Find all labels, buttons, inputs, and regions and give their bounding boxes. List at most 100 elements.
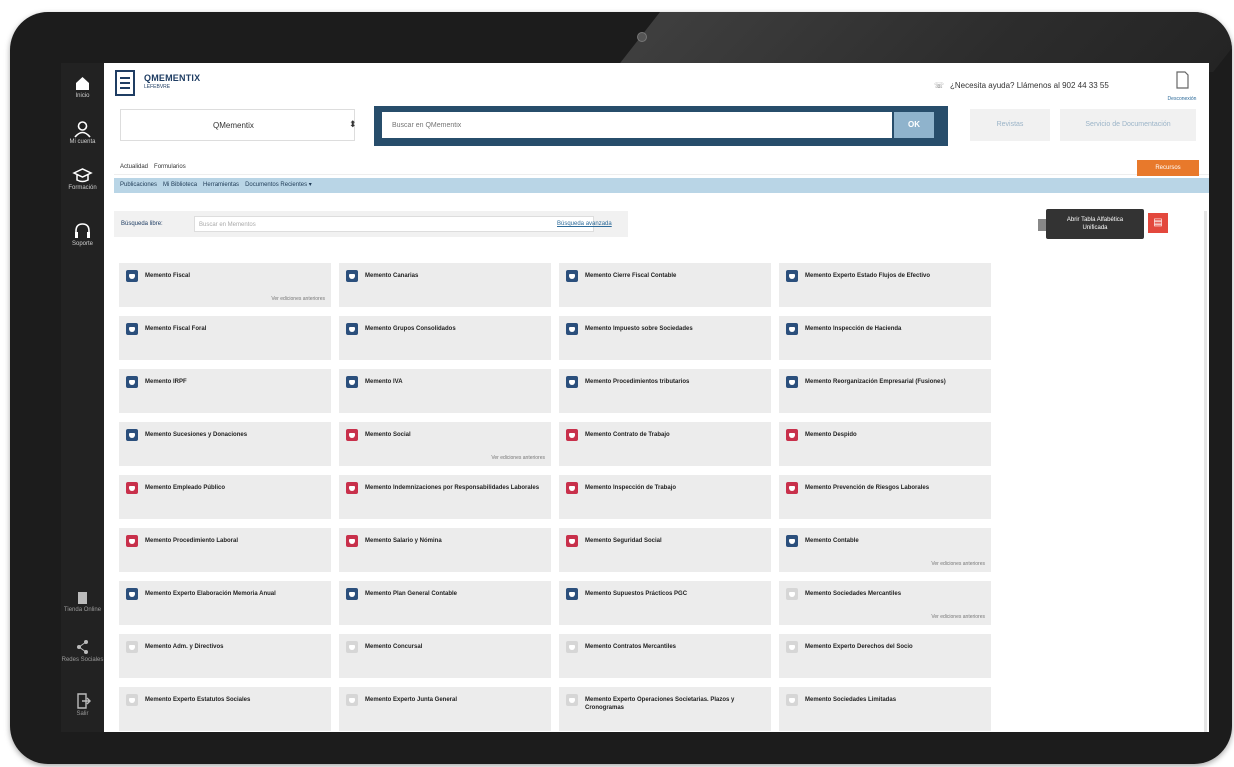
memento-card[interactable]: Memento Procedimiento Laboral xyxy=(119,528,331,572)
memento-card[interactable]: Memento Prevención de Riesgos Laborales xyxy=(779,475,991,519)
nav-actualidad[interactable]: Actualidad xyxy=(114,160,148,174)
secondary-nav: Publicaciones Mi Biblioteca Herramientas Do… xyxy=(114,178,1209,193)
memento-title: Memento Social xyxy=(365,432,411,438)
nav-documentos-recientes[interactable]: Documentos Recientes ▾ xyxy=(245,178,312,193)
main-search-input[interactable] xyxy=(382,112,892,138)
memento-title: Memento Fiscal Foral xyxy=(145,326,207,332)
sidebar-item-soporte[interactable]: Soporte xyxy=(61,221,104,248)
advanced-search-link[interactable]: Búsqueda avanzada xyxy=(557,221,612,227)
nav-mi-biblioteca[interactable]: Mi Biblioteca xyxy=(163,178,197,193)
book-icon xyxy=(346,588,358,600)
logout-label: Desconexión xyxy=(1167,96,1197,102)
book-icon xyxy=(126,694,138,706)
servicio-documentacion-button[interactable]: Servicio de Documentación xyxy=(1060,109,1196,141)
memento-card[interactable]: Memento Experto Estado Flujos de Efectiv… xyxy=(779,263,991,307)
sidebar-item-mi-cuenta[interactable]: Mi cuenta xyxy=(61,119,104,146)
book-icon xyxy=(126,482,138,494)
sidebar-item-tienda[interactable]: Tienda Online xyxy=(61,587,104,614)
search-ok-button[interactable]: OK xyxy=(894,112,934,138)
memento-card[interactable]: Memento Experto Elaboración Memoria Anua… xyxy=(119,581,331,625)
previous-editions-link[interactable]: Ver ediciones anteriores xyxy=(491,455,545,461)
main-area: QMEMENTIX LEFEBVRE ☏ ¿Necesita ayuda? Llá… xyxy=(104,63,1209,732)
memento-card[interactable]: Memento Cierre Fiscal Contable xyxy=(559,263,771,307)
sidebar-item-inicio[interactable]: Inicio xyxy=(61,73,104,100)
sidebar-item-label: Tienda Online xyxy=(63,607,102,613)
memento-card[interactable]: Memento Contrato de Trabajo xyxy=(559,422,771,466)
memento-card[interactable]: Memento Canarias xyxy=(339,263,551,307)
memento-title: Memento Canarias xyxy=(365,273,419,279)
memento-card[interactable]: Memento Despido xyxy=(779,422,991,466)
memento-card[interactable]: Memento IRPF xyxy=(119,369,331,413)
memento-card[interactable]: Memento Salario y Nómina xyxy=(339,528,551,572)
scrollbar[interactable] xyxy=(1204,211,1207,732)
tooltip-line-1: Abrir Tabla Alfabética xyxy=(1066,217,1124,223)
qmementix-logo[interactable] xyxy=(114,69,136,97)
memento-card[interactable]: Memento Seguridad Social xyxy=(559,528,771,572)
free-search-input[interactable]: Buscar en Mementos xyxy=(194,216,594,232)
memento-card[interactable]: Memento Experto Estatutos Sociales xyxy=(119,687,331,731)
memento-title: Memento Despido xyxy=(805,432,857,438)
headset-icon xyxy=(75,223,90,238)
memento-title: Memento Inspección de Trabajo xyxy=(585,485,677,491)
memento-title: Memento Seguridad Social xyxy=(585,538,662,544)
memento-card[interactable]: Memento Inspección de Trabajo xyxy=(559,475,771,519)
book-icon xyxy=(566,429,578,441)
memento-card[interactable]: Memento Plan General Contable xyxy=(339,581,551,625)
previous-editions-link[interactable]: Ver ediciones anteriores xyxy=(271,296,325,302)
memento-card[interactable]: Memento Concursal xyxy=(339,634,551,678)
memento-card[interactable]: Memento Sociedades Limitadas xyxy=(779,687,991,731)
memento-title: Memento Inspección de Hacienda xyxy=(805,326,902,332)
memento-card[interactable]: Memento Sociedades Mercantiles Ver edicio… xyxy=(779,581,991,625)
main-search-bar: OK xyxy=(374,106,948,146)
memento-title: Memento Procedimientos tributarios xyxy=(585,379,690,385)
memento-card[interactable]: Memento Empleado Público xyxy=(119,475,331,519)
book-icon xyxy=(566,641,578,653)
book-icon xyxy=(566,323,578,335)
memento-card[interactable]: Memento Indemnizaciones por Responsabili… xyxy=(339,475,551,519)
previous-editions-link[interactable]: Ver ediciones anteriores xyxy=(931,561,985,567)
alphabetic-table-button[interactable]: ▤ xyxy=(1148,213,1168,233)
memento-title: Memento Contratos Mercantiles xyxy=(585,644,677,650)
sidebar-item-label: Mi cuenta xyxy=(69,139,96,145)
memento-card[interactable]: Memento Impuesto sobre Sociedades xyxy=(559,316,771,360)
memento-card[interactable]: Memento Fiscal Foral xyxy=(119,316,331,360)
nav-publicaciones[interactable]: Publicaciones xyxy=(114,178,157,193)
book-icon xyxy=(126,323,138,335)
memento-card[interactable]: Memento Social Ver ediciones anteriores xyxy=(339,422,551,466)
memento-card[interactable]: Memento Reorganización Empresarial (Fusi… xyxy=(779,369,991,413)
memento-card[interactable]: Memento Procedimientos tributarios xyxy=(559,369,771,413)
memento-card[interactable]: Memento Contratos Mercantiles xyxy=(559,634,771,678)
recursos-button[interactable]: Recursos xyxy=(1137,160,1199,176)
app-screen: Inicio Mi cuenta Formación Soporte Tiend… xyxy=(61,63,1209,732)
memento-title: Memento Procedimiento Laboral xyxy=(145,538,239,544)
nav-herramientas[interactable]: Herramientas xyxy=(203,178,239,193)
sidebar-item-formacion[interactable]: Formación xyxy=(61,165,104,192)
previous-editions-link[interactable]: Ver ediciones anteriores xyxy=(931,614,985,620)
memento-card[interactable]: Memento Grupos Consolidados xyxy=(339,316,551,360)
memento-card[interactable]: Memento Inspección de Hacienda xyxy=(779,316,991,360)
sidebar-item-redes[interactable]: Redes Sociales xyxy=(61,637,104,664)
logout-button[interactable]: Desconexión xyxy=(1162,71,1202,102)
help-contact[interactable]: ☏ ¿Necesita ayuda? Llámenos al 902 44 33 … xyxy=(934,81,1109,90)
memento-card[interactable]: Memento Sucesiones y Donaciones xyxy=(119,422,331,466)
memento-card[interactable]: Memento Adm. y Directivos xyxy=(119,634,331,678)
primary-nav: Actualidad Formularios Recursos xyxy=(114,160,1209,176)
memento-card[interactable]: Memento Supuestos Prácticos PGC xyxy=(559,581,771,625)
book-icon xyxy=(786,429,798,441)
nav-formularios[interactable]: Formularios xyxy=(154,160,186,174)
memento-card[interactable]: Memento Fiscal Ver ediciones anteriores xyxy=(119,263,331,307)
memento-title: Memento IRPF xyxy=(145,379,187,385)
memento-card[interactable]: Memento IVA xyxy=(339,369,551,413)
sidebar-item-label: Salir xyxy=(76,711,89,717)
product-selector[interactable]: QMementix ⬍ xyxy=(120,109,357,141)
sidebar-item-salir[interactable]: Salir xyxy=(61,691,104,718)
memento-card[interactable]: Memento Experto Derechos del Socio xyxy=(779,634,991,678)
memento-card[interactable]: Memento Contable Ver ediciones anteriores xyxy=(779,528,991,572)
memento-card[interactable]: Memento Experto Operaciones Societarias.… xyxy=(559,687,771,731)
book-icon xyxy=(126,641,138,653)
share-icon xyxy=(77,640,88,654)
revistas-button[interactable]: Revistas xyxy=(970,109,1050,141)
memento-title: Memento Contable xyxy=(805,538,859,544)
memento-title: Memento Supuestos Prácticos PGC xyxy=(585,591,688,597)
memento-card[interactable]: Memento Experto Junta General xyxy=(339,687,551,731)
